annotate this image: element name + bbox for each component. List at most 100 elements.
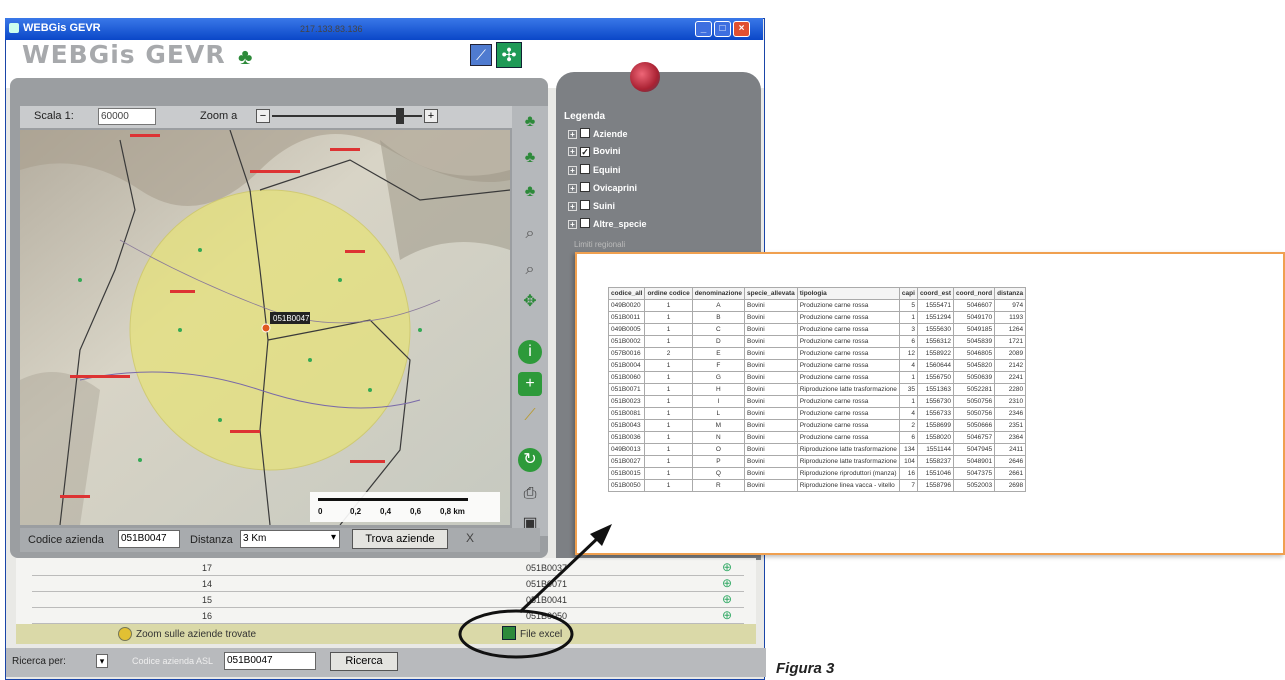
- tools-icon[interactable]: ⟋: [470, 44, 492, 66]
- table-cell: 5052003: [953, 479, 996, 492]
- table-cell: 5049170: [953, 311, 996, 324]
- checkbox[interactable]: [580, 218, 590, 228]
- close-button[interactable]: ×: [733, 21, 750, 37]
- table-cell: 1: [644, 311, 693, 324]
- table-cell: Bovini: [744, 443, 798, 456]
- table-row: 049B0013 1 O Bovini Riproduzione latte trasf…: [607, 443, 1027, 456]
- table-cell: 7: [898, 479, 918, 492]
- zoom-to-icon[interactable]: ⊕: [722, 592, 732, 606]
- print-icon[interactable]: ⎙: [518, 482, 542, 506]
- zoom-plus-button[interactable]: +: [424, 109, 438, 123]
- expand-icon[interactable]: +: [568, 220, 577, 229]
- table-row[interactable]: 15 051B0041 ⊕: [32, 592, 744, 608]
- legend-item-label: Ovicaprini: [593, 183, 638, 193]
- row-code: 051B0071: [526, 579, 568, 589]
- tree-icon[interactable]: ♣: [518, 110, 542, 134]
- zoom-in-tree-icon[interactable]: ♣: [518, 146, 542, 170]
- legend-item[interactable]: + ✓ Bovini: [568, 146, 621, 157]
- find-farms-button[interactable]: Trova aziende: [352, 529, 448, 549]
- farm-code-input[interactable]: 051B0047: [118, 530, 180, 548]
- table-row: 051B0060 1 G Bovini Produzione carne rossa 1 1…: [607, 371, 1027, 384]
- table-cell: 2142: [994, 359, 1027, 372]
- zoom-out-tree-icon[interactable]: ♣: [518, 180, 542, 204]
- table-row[interactable]: 14 051B0071 ⊕: [32, 576, 744, 592]
- expand-icon[interactable]: +: [568, 166, 577, 175]
- title-bar[interactable]: WEBGis GEVR _ □ ×: [5, 18, 763, 40]
- table-cell: Bovini: [744, 359, 798, 372]
- map-view[interactable]: 051B0047 0 0,2 0,4 0,6 0,8 km: [20, 130, 510, 525]
- legend-item-label: Bovini: [593, 146, 621, 156]
- expand-icon[interactable]: +: [568, 184, 577, 193]
- checkbox[interactable]: [580, 200, 590, 210]
- refresh-icon[interactable]: ↻: [518, 448, 542, 472]
- zoom-minus-button[interactable]: −: [256, 109, 270, 123]
- zoom-to-icon[interactable]: ⊕: [722, 576, 732, 590]
- scale-input[interactable]: 60000: [98, 108, 156, 125]
- table-cell: Bovini: [744, 431, 798, 444]
- layer-add-icon[interactable]: +: [518, 372, 542, 396]
- checkbox[interactable]: [580, 164, 590, 174]
- table-cell: 2661: [994, 467, 1027, 480]
- table-cell: 1558020: [916, 431, 955, 444]
- table-cell: 1: [644, 383, 693, 396]
- legend-item[interactable]: + Ovicaprini: [568, 182, 637, 193]
- table-row[interactable]: 17 051B0037 ⊕: [32, 560, 744, 576]
- table-cell: 1: [644, 443, 693, 456]
- table-cell: F: [691, 359, 746, 372]
- table-cell: Bovini: [744, 467, 798, 480]
- expand-icon[interactable]: +: [568, 147, 577, 156]
- checkbox[interactable]: [580, 128, 590, 138]
- app-icon: [9, 23, 19, 33]
- table-cell: 1: [898, 371, 918, 384]
- table-cell: Produzione carne rossa: [796, 311, 900, 324]
- search-input[interactable]: 051B0047: [224, 652, 316, 670]
- zoom-to-icon[interactable]: ⊕: [722, 608, 732, 622]
- table-cell: N: [691, 431, 746, 444]
- zoom-to-icon[interactable]: ⊕: [722, 560, 732, 574]
- table-cell: 134: [898, 443, 918, 456]
- zoom-found-farms-link[interactable]: Zoom sulle aziende trovate: [136, 629, 256, 640]
- row-code: 051B0037: [526, 563, 568, 573]
- zoom-out-icon[interactable]: ⌕: [518, 258, 542, 282]
- column-header: ordine codice: [644, 287, 693, 300]
- zoom-in-icon[interactable]: ⌕: [518, 222, 542, 246]
- legend-item[interactable]: + Suini: [568, 200, 615, 211]
- scale-tick: 0,8 km: [440, 507, 465, 516]
- layers-icon[interactable]: ✣: [496, 42, 522, 68]
- pan-icon[interactable]: ✥: [518, 290, 542, 314]
- clear-button[interactable]: X: [466, 531, 474, 545]
- excel-icon[interactable]: [502, 626, 516, 640]
- measure-icon[interactable]: ⟋: [518, 404, 542, 428]
- table-cell: 104: [898, 455, 918, 468]
- expand-icon[interactable]: +: [568, 130, 577, 139]
- distance-select[interactable]: 3 Km ▾: [240, 530, 340, 548]
- table-cell: 1: [644, 335, 693, 348]
- info-icon[interactable]: i: [518, 340, 542, 364]
- table-cell: 1721: [994, 335, 1027, 348]
- zoom-slider-handle[interactable]: [396, 108, 404, 124]
- table-cell: 2346: [994, 407, 1027, 420]
- scale-tick: 0,6: [410, 507, 422, 516]
- table-cell: E: [691, 347, 746, 360]
- table-cell: 4: [898, 359, 918, 372]
- legend-item[interactable]: + Altre_specie: [568, 218, 647, 229]
- table-cell: 2698: [994, 479, 1027, 492]
- map-canvas[interactable]: 051B0047 0 0,2 0,4 0,6 0,8 km: [20, 130, 510, 525]
- search-type-dropdown[interactable]: ▾: [96, 654, 108, 668]
- minimize-button[interactable]: _: [695, 21, 712, 37]
- table-cell: 049B0013: [607, 443, 646, 456]
- zoom-icon[interactable]: [118, 627, 132, 641]
- search-button[interactable]: Ricerca: [330, 652, 398, 671]
- table-cell: Riproduzione linea vacca - vitello: [796, 479, 900, 492]
- maximize-button[interactable]: □: [714, 21, 731, 37]
- expand-icon[interactable]: +: [568, 202, 577, 211]
- table-row[interactable]: 16 051B0050 ⊕: [32, 608, 744, 624]
- table-cell: D: [691, 335, 746, 348]
- checkbox[interactable]: [580, 182, 590, 192]
- excel-export-link[interactable]: File excel: [520, 629, 562, 640]
- checkbox-checked[interactable]: ✓: [580, 147, 590, 157]
- table-cell: Produzione carne rossa: [796, 347, 900, 360]
- table-cell: 1556733: [916, 407, 955, 420]
- legend-item[interactable]: + Aziende: [568, 128, 628, 139]
- legend-item[interactable]: + Equini: [568, 164, 621, 175]
